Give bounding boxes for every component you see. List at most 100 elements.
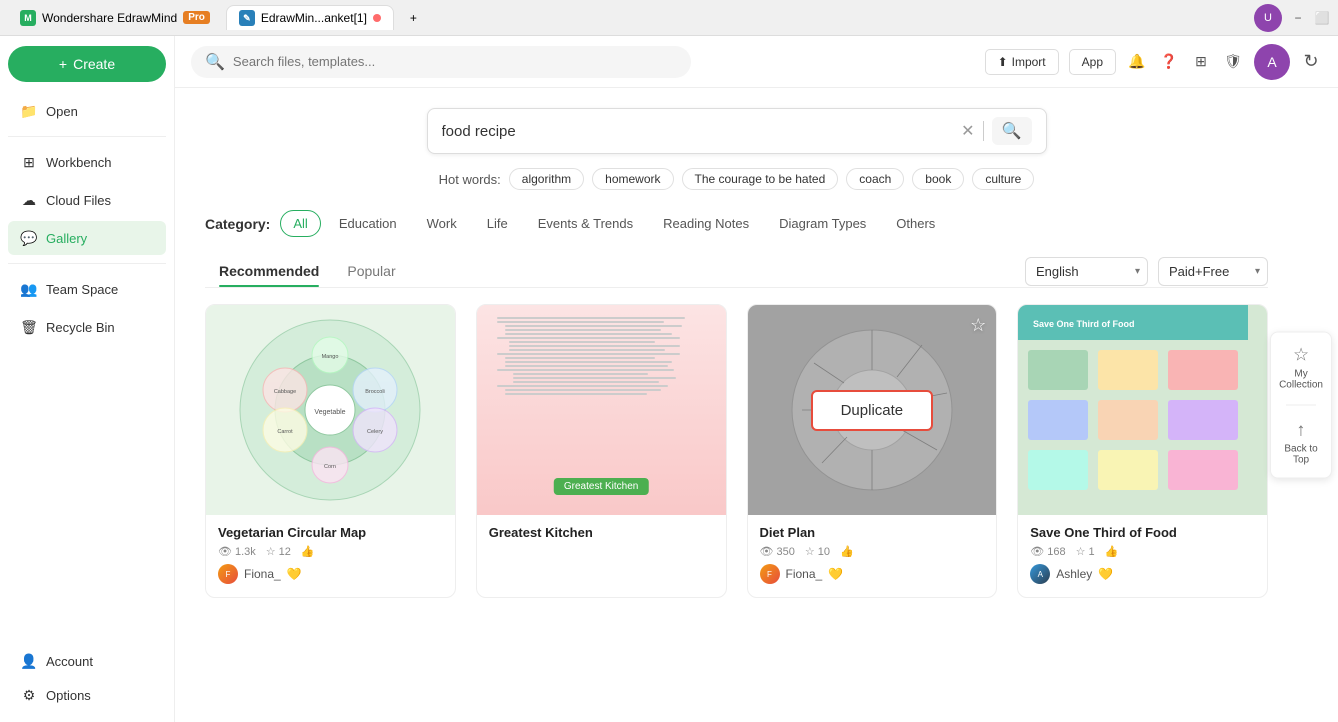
hot-chip-5[interactable]: culture [972,168,1034,190]
hot-chip-4[interactable]: book [912,168,964,190]
gallery-search-bar[interactable]: ✕ 🔍 [427,108,1047,154]
tab-popular[interactable]: Popular [333,255,409,287]
cat-item-diagram[interactable]: Diagram Types [767,211,878,236]
create-button[interactable]: + Create [8,46,166,82]
user-avatar[interactable]: A [1254,44,1290,80]
file-tab[interactable]: ✎ EdrawMin...anket[1] [226,5,394,30]
sidebar-item-options[interactable]: ⚙ Options [8,678,166,712]
stars-vegetarian: ☆ 12 [266,545,291,558]
svg-text:Celery: Celery [367,429,383,435]
search-icon: 🔍 [205,52,225,72]
open-icon: 📁 [20,102,38,120]
cat-item-all[interactable]: All [280,210,320,237]
like-food[interactable]: 👍 [1105,545,1119,558]
search-divider [983,121,984,141]
teamspace-icon: 👥 [20,280,38,298]
views-food: 👁 168 [1030,545,1065,558]
global-search-bar[interactable]: 🔍 [191,46,691,78]
like-vegetarian[interactable]: 👍 [301,545,315,558]
tab-recommended[interactable]: Recommended [205,255,333,287]
app-body: + Create 📁 Open ⊞ Workbench ☁ Cloud File… [0,36,1338,722]
card-food[interactable]: Save One Third of Food [1017,304,1268,598]
hot-chip-0[interactable]: algorithm [509,168,584,190]
search-input[interactable] [233,54,677,69]
import-button[interactable]: ⬆ Import [985,49,1059,75]
help-icon[interactable]: ❓ [1158,51,1180,73]
file-tab-icon: ✎ [239,10,255,26]
add-tab-btn[interactable]: + [398,7,429,29]
gold-badge-diet: 💛 [828,567,843,581]
cat-item-work[interactable]: Work [415,211,469,236]
sidebar-item-gallery[interactable]: 💬 Gallery [8,221,166,255]
card-info-food: Save One Third of Food 👁 168 ☆ 1 👍 A Ash… [1018,515,1267,594]
app-tab[interactable]: M Wondershare EdrawMind Pro [8,6,222,30]
cat-item-others[interactable]: Others [884,211,947,236]
sidebar-gallery-label: Gallery [46,231,87,246]
gold-badge-vegetarian: 💛 [287,567,302,581]
hot-chip-2[interactable]: The courage to be hated [682,168,839,190]
stars-diet: ☆ 10 [805,545,830,558]
cat-item-life[interactable]: Life [475,211,520,236]
side-panel-back-to-top[interactable]: ↑ Back toTop [1284,420,1317,466]
sidebar-item-workbench[interactable]: ⊞ Workbench [8,145,166,179]
search-hero: ✕ 🔍 Hot words: algorithm homework The co… [205,108,1268,190]
filters: English Chinese All Languages ▾ Paid+Fre… [1025,257,1268,286]
kitchen-badge: Greatest Kitchen [554,478,648,495]
shield-icon[interactable]: 🛡 [1222,51,1244,73]
card-info-kitchen: Greatest Kitchen [477,515,726,597]
collection-icon: ☆ [1293,345,1309,366]
add-tab-icon[interactable]: + [410,11,417,25]
card-meta-kitchen [489,545,714,561]
star-overlay[interactable]: ☆ [970,315,986,336]
create-label: Create [73,56,115,72]
svg-text:Vegetable: Vegetable [315,409,346,416]
language-filter[interactable]: English Chinese All Languages [1025,257,1148,286]
card-diet[interactable]: Diet Plan [747,304,998,598]
card-thumb-diet: Diet Plan [748,305,997,515]
back-to-top-label: Back toTop [1284,444,1317,466]
notification-icon[interactable]: 🔔 [1126,51,1148,73]
svg-text:Broccoli: Broccoli [366,389,386,395]
sidebar-item-open[interactable]: 📁 Open [8,94,166,128]
app-button[interactable]: App [1069,49,1116,75]
back-to-top-icon: ↑ [1297,420,1306,441]
sidebar-item-recycle[interactable]: 🗑 Recycle Bin [8,310,166,344]
refresh-icon[interactable]: ↻ [1300,51,1322,73]
cat-item-reading[interactable]: Reading Notes [651,211,761,236]
tabs-row: Recommended Popular [205,255,410,287]
price-filter[interactable]: Paid+Free Free Paid [1158,257,1268,286]
views-vegetarian: 👁 1.3k [218,545,256,558]
gallery-search-input[interactable] [442,123,954,140]
sidebar-item-cloud[interactable]: ☁ Cloud Files [8,183,166,217]
like-diet[interactable]: 👍 [840,545,854,558]
hot-chip-1[interactable]: homework [592,168,673,190]
sidebar-recycle-label: Recycle Bin [46,320,115,335]
sidebar-item-teamspace[interactable]: 👥 Team Space [8,272,166,306]
search-submit-button[interactable]: 🔍 [992,117,1032,145]
workbench-icon: ⊞ [20,153,38,171]
gallery-scroll: ✕ 🔍 Hot words: algorithm homework The co… [175,88,1338,722]
maximize-button[interactable]: ⬜ [1314,10,1330,26]
sidebar-account-label: Account [46,654,93,669]
duplicate-button[interactable]: Duplicate [811,390,934,431]
card-vegetarian[interactable]: Vegetable Cabbage Broccoli Carrot Celery… [205,304,456,598]
card-thumb-food: Save One Third of Food [1018,305,1267,515]
side-panel-collection[interactable]: ☆ MyCollection [1279,345,1323,391]
cat-item-events[interactable]: Events & Trends [526,211,645,236]
sidebar-teamspace-label: Team Space [46,282,118,297]
sidebar-workbench-label: Workbench [46,155,112,170]
minimize-button[interactable]: − [1290,10,1306,26]
side-panel: ☆ MyCollection ↑ Back toTop [1270,332,1332,479]
user-avatar-titlebar[interactable]: U [1254,4,1282,32]
card-kitchen[interactable]: Greatest Kitchen Greatest Kitchen [476,304,727,598]
eye-icon-diet: 👁 [760,545,774,558]
price-filter-wrapper: Paid+Free Free Paid ▾ [1158,257,1268,286]
search-clear-icon[interactable]: ✕ [961,121,974,141]
toolbar-right: ⬆ Import App 🔔 ❓ ⊞ 🛡 A ↻ [985,44,1322,80]
cat-item-education[interactable]: Education [327,211,409,236]
layout-icon[interactable]: ⊞ [1190,51,1212,73]
sidebar-divider-2 [8,263,166,264]
hot-chip-3[interactable]: coach [846,168,904,190]
duplicate-overlay: Duplicate [748,305,997,515]
sidebar-item-account[interactable]: 👤 Account [8,644,166,678]
